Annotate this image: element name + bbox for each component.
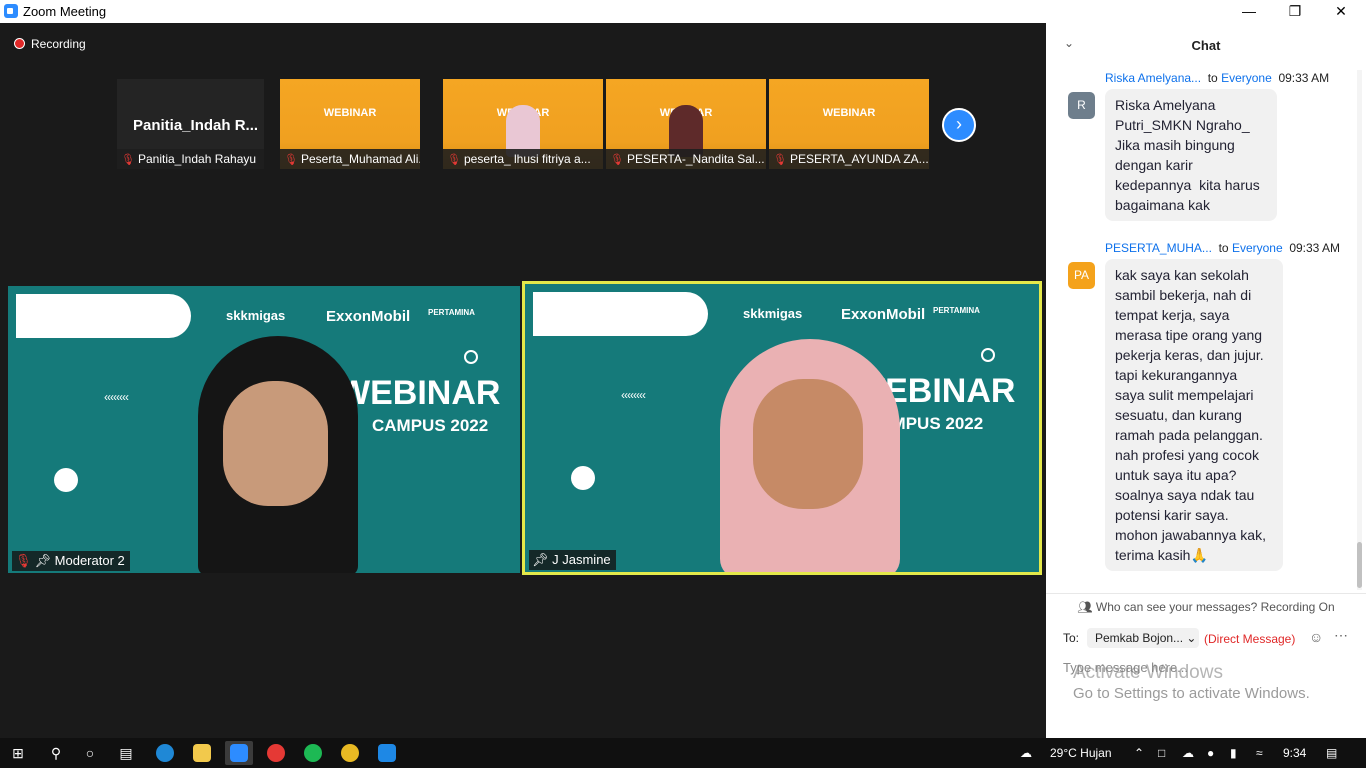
- file-explorer-icon[interactable]: [193, 744, 211, 762]
- people-icon: 👥︎: [1077, 600, 1093, 614]
- participant-name: Panitia_Indah Rahayu: [137, 152, 257, 166]
- scrollbar-thumb[interactable]: [1357, 542, 1362, 588]
- avatar: PA: [1068, 262, 1095, 289]
- activate-windows-title: Activate Windows: [1073, 662, 1223, 683]
- recipient-dropdown[interactable]: Pemkab Bojon... ⌄: [1087, 628, 1199, 648]
- task-view-icon[interactable]: ▤: [114, 738, 138, 768]
- video-stage: Recording Panitia_Indah R... 🎙︎ Panitia_I…: [0, 23, 1046, 738]
- record-dot-icon: [14, 38, 25, 49]
- participant-thumbnail[interactable]: WEBINAR 🎙︎peserta_ lhusi fitriya a...: [443, 79, 603, 169]
- message-bubble: Riska Amelyana Putri_SMKN Ngraho_ Jika m…: [1105, 89, 1277, 221]
- more-options-icon[interactable]: ⋯: [1334, 627, 1348, 644]
- notifications-icon[interactable]: ▤: [1326, 738, 1337, 768]
- recipient-selected: Pemkab Bojon...: [1095, 631, 1184, 645]
- recording-label: Recording: [31, 37, 86, 51]
- participant-thumbnail[interactable]: WEBINAR 🎙︎PESERTA-_Nandita Sal...: [606, 79, 766, 169]
- participant-name-bar: 🎙︎ Panitia_Indah Rahayu: [117, 149, 264, 169]
- mic-muted-icon: 🎙︎: [610, 154, 624, 166]
- windows-start-icon[interactable]: ⊞: [6, 738, 30, 768]
- sponsor-logo-strip: [16, 294, 191, 338]
- wifi-icon[interactable]: ≈: [1256, 738, 1263, 768]
- chat-scrollbar[interactable]: [1357, 70, 1362, 590]
- participant-name: peserta_ lhusi fitriya a...: [463, 152, 591, 166]
- mic-muted-icon: 🎙︎: [447, 154, 461, 166]
- participant-name: PESERTA_AYUNDA ZA...: [789, 152, 929, 166]
- message-header: PESERTA_MUHA... to Everyone 09:33 AM: [1105, 241, 1341, 255]
- participant-name-bar: 🎙︎ PESERTA-_Nandita Sal...: [606, 149, 766, 169]
- participant-name-bar: 📌︎ J Jasmine: [529, 550, 616, 570]
- participant-name-bar: 🎙︎ PESERTA_AYUNDA ZA...: [769, 149, 929, 169]
- participant-thumbnail[interactable]: WEBINAR 🎙︎ Peserta_Muhamad Ali...: [280, 79, 420, 169]
- mic-muted-icon: 🎙︎: [15, 553, 32, 568]
- onedrive-icon[interactable]: ☁: [1182, 738, 1194, 768]
- chat-panel: ⌄ Chat Riska Amelyana... to Everyone 09:…: [1046, 23, 1366, 738]
- close-button[interactable]: ✕: [1318, 0, 1364, 23]
- meet-now-icon[interactable]: □: [1158, 738, 1165, 768]
- main-video-right-active-speaker[interactable]: skkmigas ExxonMobil PERTAMINA ‹‹‹‹‹‹‹‹ W…: [522, 281, 1042, 575]
- chrome-icon[interactable]: [341, 744, 359, 762]
- edge-icon[interactable]: [156, 744, 174, 762]
- weather-text[interactable]: 29°C Hujan: [1050, 738, 1112, 768]
- chat-title: Chat: [1191, 38, 1221, 53]
- zoom-icon: [230, 744, 248, 762]
- photos-icon[interactable]: [378, 744, 396, 762]
- search-icon[interactable]: ⚲: [44, 738, 68, 768]
- participant-name-bar: 🎙︎ peserta_ lhusi fitriya a...: [443, 149, 603, 169]
- microphone-icon[interactable]: ●: [1207, 738, 1214, 768]
- emoji-icon[interactable]: ☺: [1309, 629, 1323, 645]
- chevron-down-icon: ⌄: [1186, 631, 1197, 645]
- participant-name: J Jasmine: [552, 552, 611, 567]
- direct-message-label: (Direct Message): [1204, 632, 1296, 646]
- minimize-button[interactable]: —: [1226, 0, 1272, 23]
- mic-muted-icon: 🎙︎: [284, 154, 298, 166]
- pin-icon: 📌︎: [34, 553, 52, 568]
- recipient-name: Everyone: [1221, 71, 1272, 85]
- participant-thumbnail[interactable]: WEBINAR 🎙︎ PESERTA_AYUNDA ZA...: [769, 79, 929, 169]
- message-bubble: kak saya kan sekolah sambil bekerja, nah…: [1105, 259, 1283, 571]
- privacy-note[interactable]: 👥︎ Who can see your messages? Recording …: [1046, 593, 1366, 620]
- message-time: 09:33 AM: [1278, 71, 1330, 85]
- recording-indicator[interactable]: Recording: [14, 37, 86, 51]
- zoom-app-icon: [4, 4, 18, 18]
- main-video-left[interactable]: skkmigas ExxonMobil PERTAMINA ‹‹‹‹‹‹‹‹ W…: [8, 286, 520, 573]
- activate-windows-subtitle: Go to Settings to activate Windows.: [1073, 685, 1310, 702]
- sender-name[interactable]: Riska Amelyana...: [1105, 71, 1201, 85]
- weather-icon[interactable]: ☁: [1020, 738, 1032, 768]
- participant-thumbnail[interactable]: Panitia_Indah R... 🎙︎ Panitia_Indah Rahay…: [117, 79, 264, 169]
- windows-taskbar: ⊞ ⚲ ○ ▤ ☁ 29°C Hujan ⌃ □ ☁ ● ▮ ≈ 9:34 ▤: [0, 738, 1366, 768]
- sponsor-logo-strip: [533, 292, 708, 336]
- mic-muted-icon: 🎙︎: [773, 154, 787, 166]
- battery-icon[interactable]: ▮: [1230, 738, 1237, 768]
- mic-muted-icon: 🎙︎: [121, 154, 135, 166]
- participant-name: Moderator 2: [54, 553, 125, 568]
- chevron-up-icon[interactable]: ⌃: [1134, 738, 1144, 768]
- message-time: 09:33 AM: [1289, 241, 1341, 255]
- title-bar: Zoom Meeting — ❐ ✕: [0, 0, 1366, 23]
- message-header: Riska Amelyana... to Everyone 09:33 AM: [1105, 71, 1330, 85]
- opera-icon[interactable]: [267, 744, 285, 762]
- participant-card-name: Panitia_Indah R...: [133, 117, 259, 134]
- window-title: Zoom Meeting: [23, 4, 107, 19]
- participant-name: Peserta_Muhamad Ali...: [300, 152, 420, 166]
- spotify-icon[interactable]: [304, 744, 322, 762]
- chat-header: ⌄ Chat: [1046, 23, 1366, 67]
- avatar: R: [1068, 92, 1095, 119]
- cortana-icon[interactable]: ○: [78, 738, 102, 768]
- participant-name: PESERTA-_Nandita Sal...: [626, 152, 765, 166]
- to-label: To:: [1063, 631, 1080, 645]
- participant-name-bar: 🎙︎ 📌︎ Moderator 2: [12, 551, 130, 571]
- next-page-arrow-icon[interactable]: ›: [942, 108, 976, 142]
- participant-name-bar: 🎙︎ Peserta_Muhamad Ali...: [280, 149, 420, 169]
- clock-time[interactable]: 9:34: [1283, 738, 1306, 768]
- pin-icon: 📌︎: [532, 552, 549, 567]
- restore-button[interactable]: ❐: [1272, 0, 1318, 23]
- recipient-name: Everyone: [1231, 241, 1283, 255]
- sender-name[interactable]: PESERTA_MUHA...: [1105, 241, 1212, 255]
